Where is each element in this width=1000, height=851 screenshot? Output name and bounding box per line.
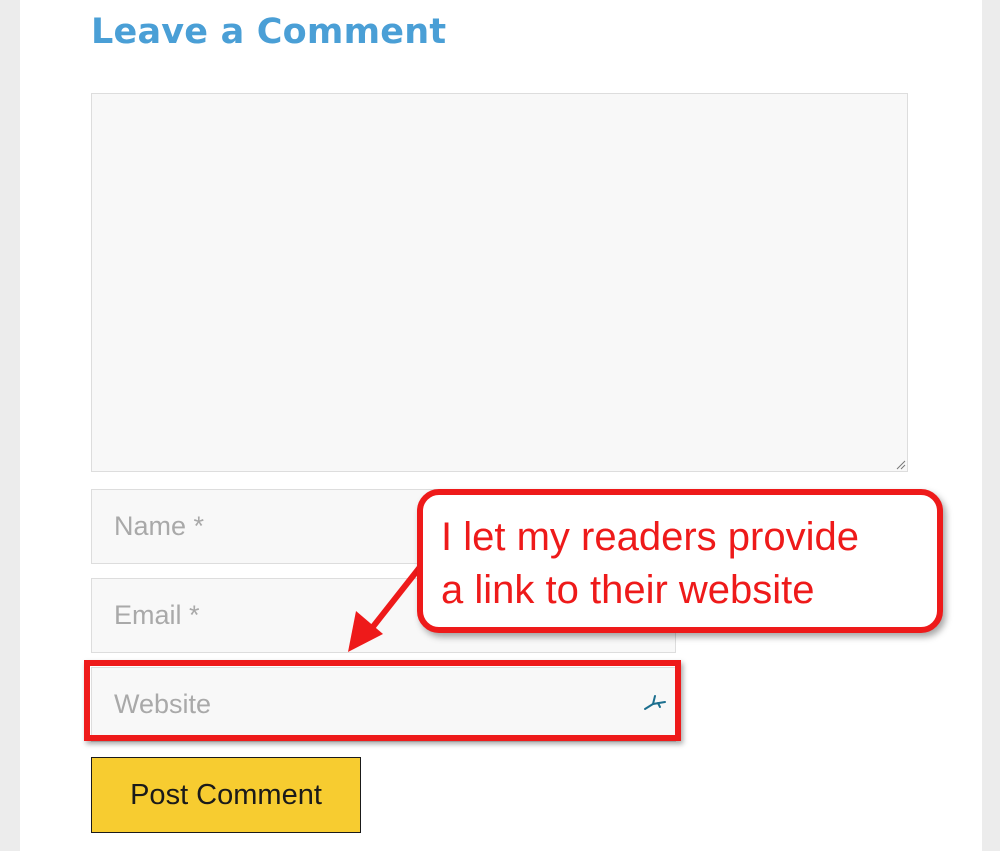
comment-textarea[interactable] xyxy=(91,93,908,472)
annotation-callout: I let my readers provide a link to their … xyxy=(417,489,943,633)
autofill-key-icon[interactable] xyxy=(642,693,668,713)
website-field[interactable] xyxy=(91,667,676,742)
comment-section-title: Leave a Comment xyxy=(91,12,447,52)
annotation-line-2: a link to their website xyxy=(441,568,815,612)
post-comment-button[interactable]: Post Comment xyxy=(91,757,361,833)
resize-grip-icon[interactable] xyxy=(896,460,906,470)
annotation-line-1: I let my readers provide xyxy=(441,515,859,559)
annotation-text: I let my readers provide a link to their … xyxy=(441,511,859,617)
